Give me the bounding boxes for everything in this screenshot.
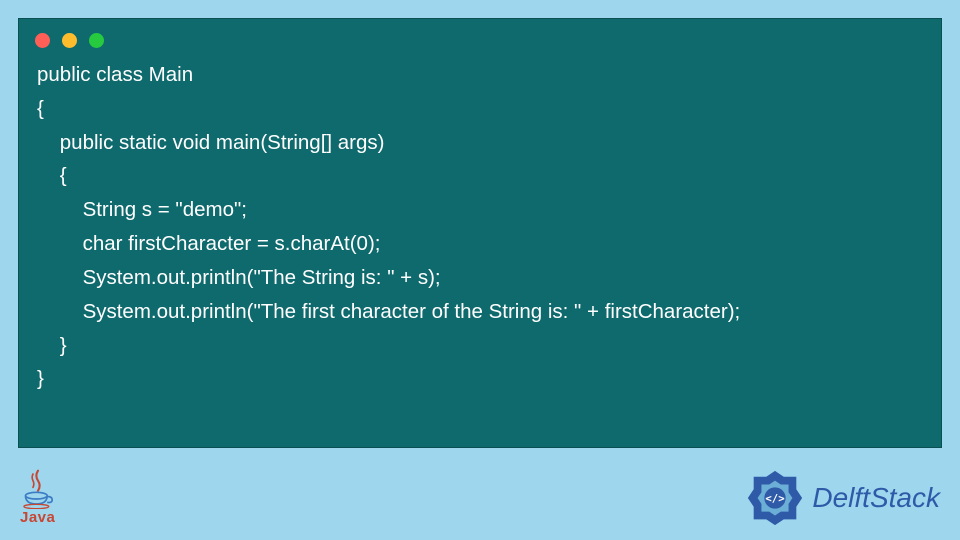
code-block: public class Main { public static void m… xyxy=(19,54,941,414)
java-logo: Java xyxy=(20,469,55,526)
minimize-icon xyxy=(62,33,77,48)
window-controls xyxy=(19,19,941,54)
svg-text:</>: </> xyxy=(766,491,785,504)
java-label: Java xyxy=(20,509,55,526)
maximize-icon xyxy=(89,33,104,48)
delftstack-badge-icon: </> xyxy=(744,467,806,529)
java-cup-icon xyxy=(21,469,55,509)
code-window: public class Main { public static void m… xyxy=(18,18,942,448)
footer: Java </> DelftStack xyxy=(0,455,960,540)
delftstack-label: DelftStack xyxy=(812,482,940,514)
delftstack-logo: </> DelftStack xyxy=(744,467,940,529)
close-icon xyxy=(35,33,50,48)
